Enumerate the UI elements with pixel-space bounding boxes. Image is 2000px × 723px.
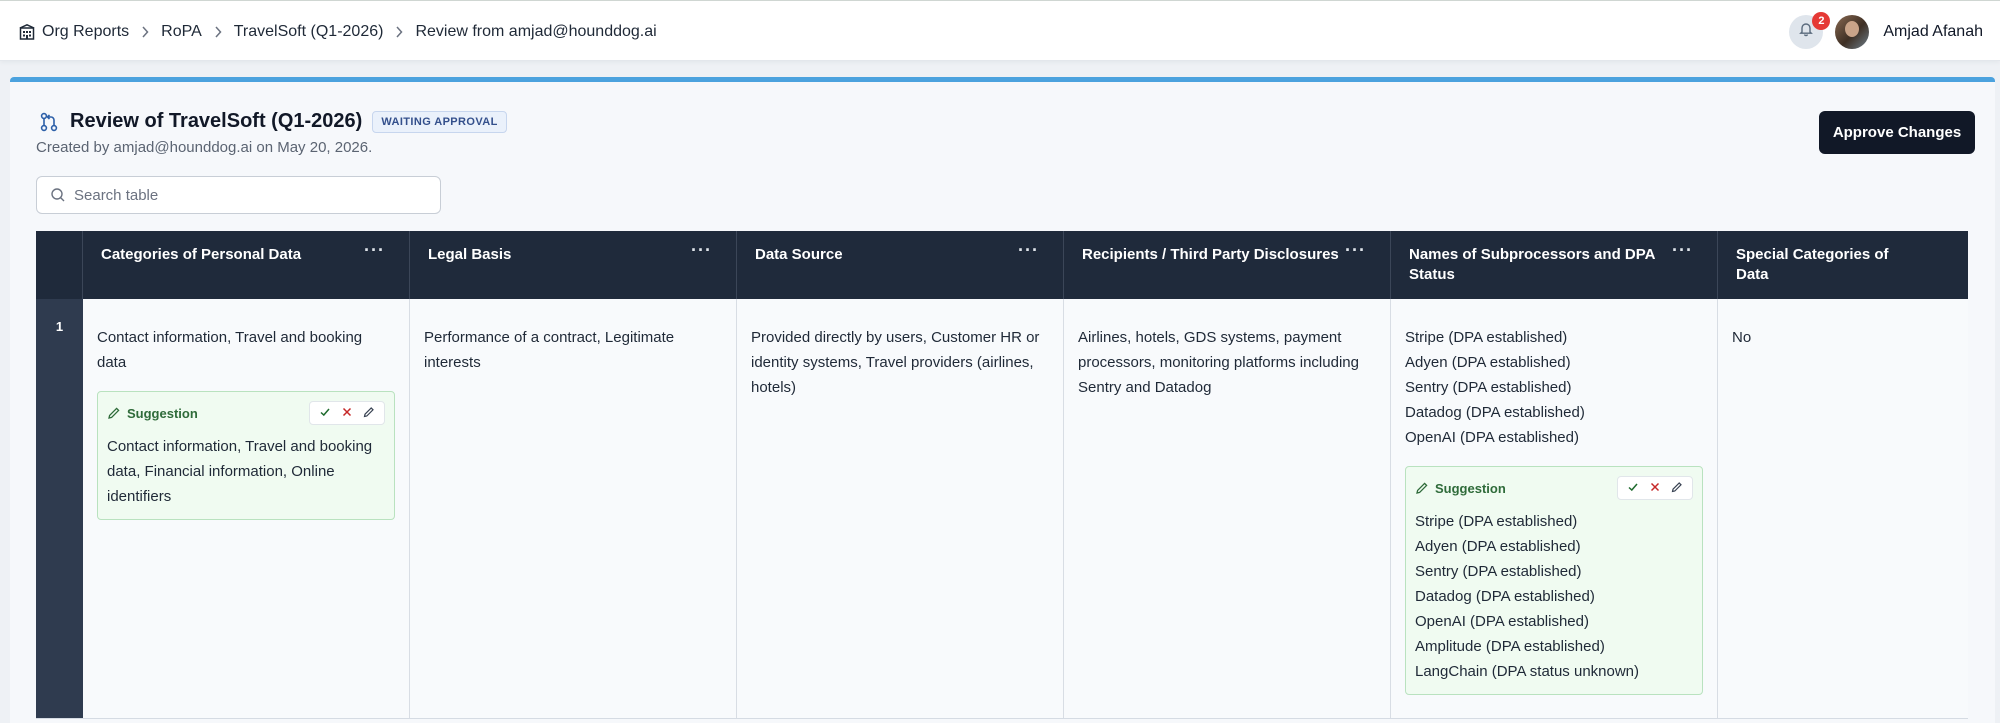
user-name[interactable]: Amjad Afanah [1883, 23, 1983, 41]
edit-suggestion-button[interactable] [1666, 478, 1688, 498]
suggestion-header: Suggestion [107, 401, 385, 426]
suggestion-box: Suggestion Contact information, Travel a… [97, 391, 395, 520]
column-header: Legal Basis ··· [410, 231, 737, 299]
breadcrumb-label: Org Reports [42, 22, 130, 40]
reject-suggestion-button[interactable] [1644, 478, 1666, 498]
suggestion-label-text: Suggestion [127, 405, 198, 421]
edit-suggestion-button[interactable] [358, 403, 380, 423]
pencil-icon [1415, 481, 1429, 495]
row-number-header [36, 231, 83, 299]
chevron-right-icon [141, 25, 149, 38]
pull-request-icon [38, 111, 60, 133]
check-icon [1627, 476, 1639, 501]
suggestion-box: Suggestion Stripe (DPA established) Adye… [1405, 466, 1703, 695]
more-dots-icon[interactable]: ··· [1672, 241, 1693, 259]
column-header-label: Special Categories of Data [1736, 246, 1889, 283]
list-item: Stripe (DPA established) [1415, 513, 1578, 530]
list-item: LangChain (DPA status unknown) [1415, 663, 1640, 680]
pencil-icon [107, 406, 121, 420]
list-item: Datadog (DPA established) [1405, 404, 1585, 421]
table-header: Categories of Personal Data ··· Legal Ba… [36, 231, 1968, 299]
page-title: Review of TravelSoft (Q1-2026) [70, 110, 363, 132]
suggestion-label: Suggestion [1415, 476, 1506, 501]
list-item: Datadog (DPA established) [1415, 588, 1595, 605]
review-card: Review of TravelSoft (Q1-2026) WAITING A… [10, 77, 1995, 723]
user-area: 2 Amjad Afanah [1789, 1, 1983, 62]
notifications-button[interactable]: 2 [1789, 11, 1831, 49]
column-header: Categories of Personal Data ··· [83, 231, 410, 299]
reject-suggestion-button[interactable] [336, 403, 358, 423]
list-item: Adyen (DPA established) [1405, 354, 1571, 371]
search-icon [50, 187, 66, 203]
notification-badge: 2 [1812, 11, 1831, 30]
cell-special-categories: No [1732, 329, 1752, 346]
more-dots-icon[interactable]: ··· [1018, 241, 1039, 259]
list-item: OpenAI (DPA established) [1415, 613, 1589, 630]
more-dots-icon[interactable]: ··· [691, 241, 712, 259]
more-dots-icon[interactable]: ··· [1345, 241, 1366, 259]
suggestion-header: Suggestion [1415, 476, 1693, 501]
ropa-table: Categories of Personal Data ··· Legal Ba… [36, 231, 1968, 719]
cell-subprocessors: Stripe (DPA established) Adyen (DPA esta… [1391, 299, 1718, 718]
list-item: OpenAI (DPA established) [1405, 429, 1579, 446]
edit-icon [1671, 476, 1683, 501]
avatar[interactable] [1835, 14, 1870, 49]
table-row: 1 Contact information, Travel and bookin… [36, 299, 1968, 719]
breadcrumb: Org Reports RoPA TravelSoft (Q1-2026) Re… [18, 1, 657, 62]
breadcrumb-org-reports[interactable]: Org Reports [18, 23, 129, 41]
search-box [36, 176, 441, 214]
cell-text: Contact information, Travel and booking … [97, 329, 363, 371]
approve-changes-button[interactable]: Approve Changes [1819, 111, 1975, 154]
edit-icon [363, 401, 375, 426]
breadcrumb-ropa[interactable]: RoPA [161, 23, 202, 41]
close-icon [1649, 476, 1661, 501]
suggestion-list: Stripe (DPA established) Adyen (DPA esta… [1415, 509, 1693, 684]
top-bar: Org Reports RoPA TravelSoft (Q1-2026) Re… [0, 0, 2000, 61]
chevron-right-icon [214, 25, 222, 38]
column-header-label: Recipients / Third Party Disclosures [1082, 246, 1339, 263]
list-item: Amplitude (DPA established) [1415, 638, 1605, 655]
cell-data-source: Provided directly by users, Customer HR … [737, 299, 1064, 718]
accept-suggestion-button[interactable] [1622, 478, 1644, 498]
accept-suggestion-button[interactable] [314, 403, 336, 423]
suggestion-actions [309, 401, 385, 425]
page-subtitle: Created by amjad@hounddog.ai on May 20, … [36, 139, 373, 156]
chevron-right-icon [395, 25, 403, 38]
column-header: Data Source ··· [737, 231, 1064, 299]
list-item: Stripe (DPA established) [1405, 329, 1568, 346]
column-header-label: Legal Basis [428, 246, 512, 263]
row-number: 1 [36, 299, 83, 718]
column-header-label: Categories of Personal Data [101, 246, 302, 263]
suggestion-label-text: Suggestion [1435, 480, 1506, 496]
column-header: Names of Subprocessors and DPA Status ··… [1391, 231, 1718, 299]
list-item: Adyen (DPA established) [1415, 538, 1581, 555]
breadcrumb-travelsoft[interactable]: TravelSoft (Q1-2026) [234, 23, 384, 41]
suggestion-actions [1617, 476, 1693, 500]
list-item: Sentry (DPA established) [1415, 563, 1582, 580]
cell-recipients: Airlines, hotels, GDS systems, payment p… [1064, 299, 1391, 718]
status-badge: WAITING APPROVAL [372, 110, 507, 133]
cell-legal-basis: Performance of a contract, Legitimate in… [410, 299, 737, 718]
column-header-label: Data Source [755, 246, 843, 263]
column-header: Special Categories of Data [1718, 231, 1968, 299]
org-building-icon [18, 23, 36, 41]
more-dots-icon[interactable]: ··· [364, 241, 385, 259]
list-item: Sentry (DPA established) [1405, 379, 1572, 396]
title-row: Review of TravelSoft (Q1-2026) WAITING A… [38, 110, 507, 133]
cell-categories: Contact information, Travel and booking … [83, 299, 410, 718]
column-header-label: Names of Subprocessors and DPA Status [1409, 246, 1655, 283]
suggestion-label: Suggestion [107, 401, 198, 426]
breadcrumb-review: Review from amjad@hounddog.ai [415, 22, 657, 40]
suggestion-text: Contact information, Travel and booking … [107, 438, 373, 505]
close-icon [341, 401, 353, 426]
subprocessor-list: Stripe (DPA established) Adyen (DPA esta… [1405, 325, 1703, 450]
check-icon [319, 401, 331, 426]
search-input[interactable] [74, 186, 434, 204]
column-header: Recipients / Third Party Disclosures ··· [1064, 231, 1391, 299]
